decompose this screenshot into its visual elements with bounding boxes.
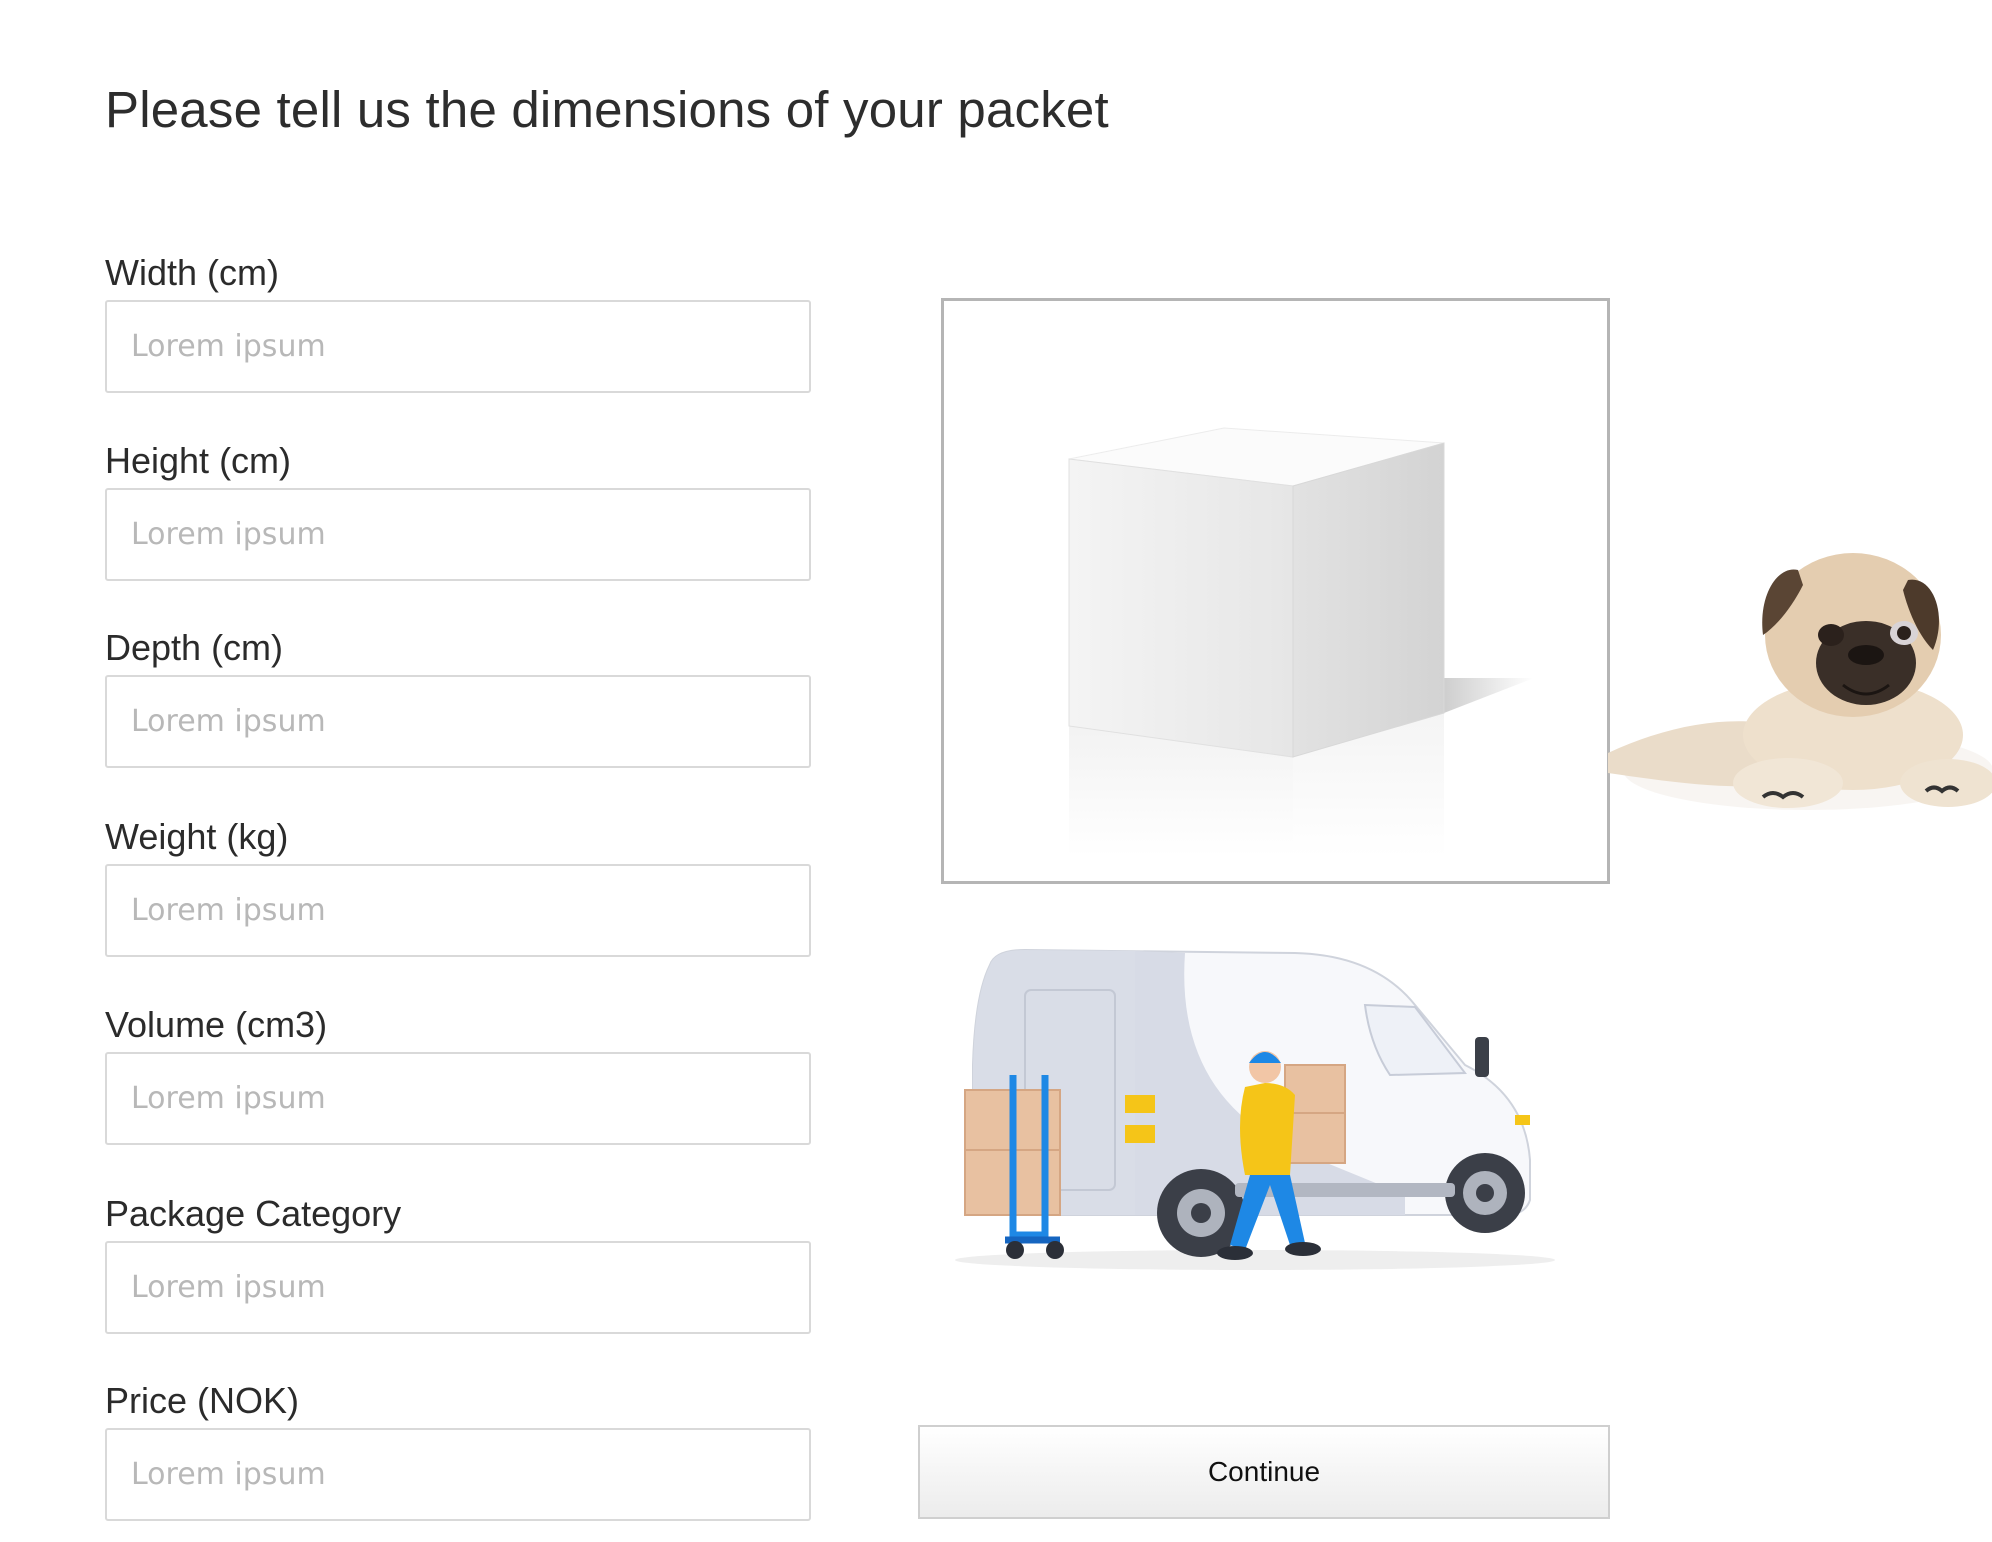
box-preview-frame (941, 298, 1610, 884)
price-input[interactable] (105, 1428, 811, 1521)
pug-image (1608, 535, 1992, 825)
package-category-input[interactable] (105, 1241, 811, 1334)
width-label: Width (cm) (105, 252, 279, 293)
height-input[interactable] (105, 488, 811, 581)
volume-input[interactable] (105, 1052, 811, 1145)
width-input[interactable] (105, 300, 811, 393)
depth-label: Depth (cm) (105, 627, 284, 668)
delivery-van-illustration (955, 948, 1555, 1270)
delivery-van-image (945, 945, 1585, 1325)
package-category-label: Package Category (105, 1193, 402, 1234)
depth-input[interactable] (105, 675, 811, 768)
continue-button[interactable]: Continue (918, 1425, 1610, 1519)
price-label: Price (NOK) (105, 1380, 300, 1421)
height-label: Height (cm) (105, 440, 292, 481)
box-illustration (1068, 427, 1534, 857)
pug-illustration (1608, 553, 1992, 810)
page-title: Please tell us the dimensions of your pa… (105, 81, 1109, 138)
weight-label: Weight (kg) (105, 816, 289, 857)
weight-input[interactable] (105, 864, 811, 957)
volume-label: Volume (cm3) (105, 1004, 328, 1045)
